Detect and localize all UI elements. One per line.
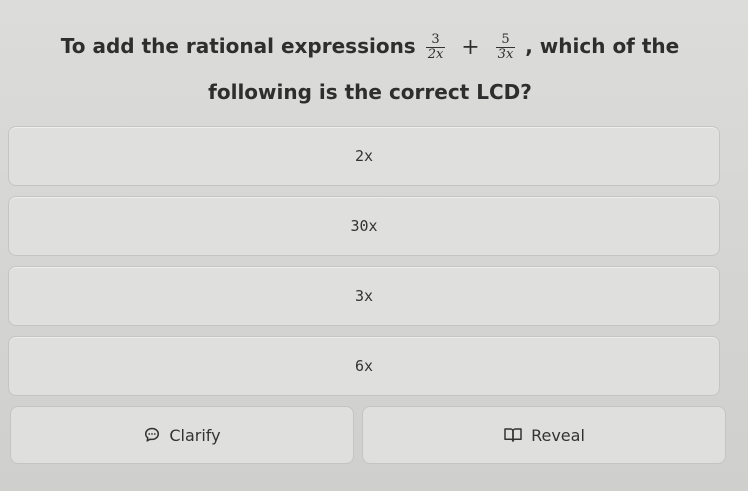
answer-option-3[interactable]: 3x — [8, 266, 720, 326]
fraction-first-numerator: 3 — [425, 33, 446, 48]
reveal-label: Reveal — [531, 425, 585, 445]
answer-option-label: 30x — [350, 217, 378, 235]
fraction-first-denominator: 2x — [427, 47, 444, 62]
question-text: To add the rational expressions 3 2x + 5… — [20, 24, 720, 114]
answer-option-label: 2x — [354, 147, 374, 165]
fraction-second: 5 3x — [495, 33, 516, 62]
clarify-button[interactable]: Clarify — [10, 406, 354, 464]
question-suffix: , which of the — [525, 34, 680, 58]
answer-option-4[interactable]: 6x — [8, 336, 720, 396]
question-prefix: To add the rational expressions — [60, 34, 416, 58]
answer-option-2[interactable]: 30x — [8, 196, 720, 256]
plus-operator: + — [461, 34, 480, 60]
fraction-second-numerator: 5 — [495, 33, 516, 48]
answer-option-label: 6x — [354, 357, 374, 375]
quiz-page: To add the rational expressions 3 2x + 5… — [0, 0, 748, 491]
answer-option-label: 3x — [354, 287, 374, 305]
reveal-button[interactable]: Reveal — [362, 406, 726, 464]
fraction-first: 3 2x — [425, 33, 446, 62]
open-book-icon — [503, 426, 523, 444]
fraction-second-denominator: 3x — [497, 47, 514, 62]
clarify-label: Clarify — [169, 425, 221, 445]
chat-bubble-icon — [143, 426, 161, 444]
question-line-two: following is the correct LCD? — [208, 79, 532, 104]
answer-option-1[interactable]: 2x — [8, 126, 720, 186]
